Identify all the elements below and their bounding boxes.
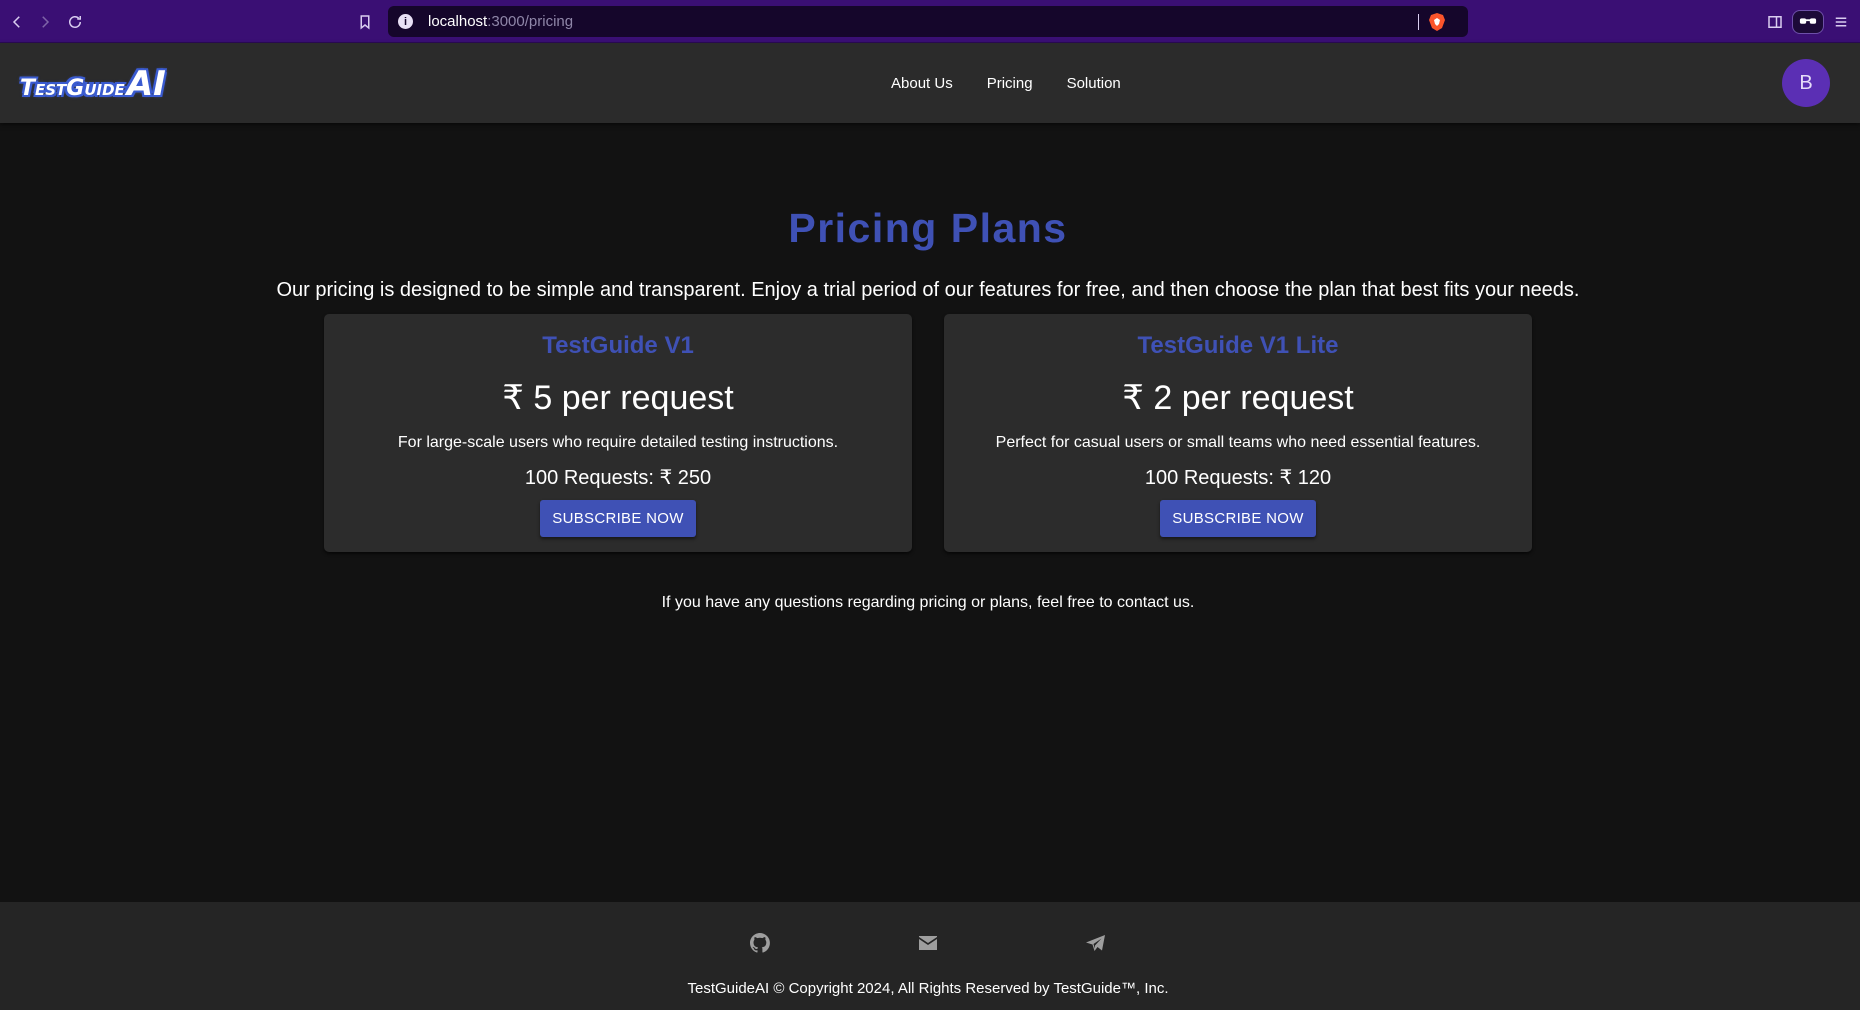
url-text: localhost:3000/pricing [428, 13, 573, 30]
page-title: Pricing Plans [788, 205, 1068, 251]
plan-bundle-price: 100 Requests: ₹ 120 [1144, 467, 1332, 489]
logo-prefix: TestGuide [20, 76, 125, 101]
wallet-icon [1799, 18, 1817, 24]
plan-price: ₹ 2 per request [1122, 379, 1354, 417]
forward-button[interactable] [32, 9, 58, 35]
telegram-icon [1086, 935, 1105, 951]
github-link[interactable] [745, 928, 775, 958]
plan-name: TestGuide V1 Lite [1137, 332, 1339, 359]
bookmark-icon [360, 15, 370, 30]
reload-icon [69, 16, 81, 28]
plan-description: For large-scale users who require detail… [397, 434, 839, 451]
plan-card-v1: TestGuide V1 ₹ 5 per request For large-s… [324, 314, 912, 552]
address-bar[interactable]: i localhost:3000/pricing [388, 6, 1468, 37]
site-info-icon[interactable]: i [398, 14, 413, 29]
pricing-intro: Our pricing is designed to be simple and… [276, 279, 1580, 301]
forward-icon [42, 16, 50, 28]
reload-button[interactable] [62, 9, 88, 35]
url-path: :3000/pricing [487, 13, 574, 30]
menu-icon [1835, 17, 1847, 27]
email-link[interactable] [913, 928, 943, 958]
telegram-link[interactable] [1081, 928, 1111, 958]
main-nav: About Us Pricing Solution [874, 43, 1138, 123]
logo-suffix: AI [126, 64, 166, 104]
bookmark-button[interactable] [352, 9, 378, 35]
url-host: localhost [428, 13, 488, 30]
copyright-text: TestGuideAI © Copyright 2024, All Rights… [687, 980, 1169, 997]
sidebar-icon [1768, 16, 1782, 28]
contact-note: If you have any questions regarding pric… [661, 594, 1195, 611]
back-button[interactable] [4, 9, 30, 35]
nav-about-us[interactable]: About Us [874, 69, 970, 98]
sidebar-toggle-button[interactable] [1762, 9, 1788, 35]
logo[interactable]: TestGuide AI [20, 61, 166, 101]
plan-bundle-price: 100 Requests: ₹ 250 [524, 467, 712, 489]
subscribe-button-v1[interactable]: SUBSCRIBE NOW [540, 500, 696, 537]
app-header: TestGuide AI About Us Pricing Solution B [0, 43, 1860, 123]
plans-container: TestGuide V1 ₹ 5 per request For large-s… [324, 314, 1532, 552]
nav-pricing[interactable]: Pricing [970, 69, 1050, 98]
back-icon [12, 16, 20, 28]
plan-card-v1-lite: TestGuide V1 Lite ₹ 2 per request Perfec… [944, 314, 1532, 552]
nav-solution[interactable]: Solution [1050, 69, 1138, 98]
brave-shield-icon[interactable] [1428, 12, 1446, 32]
user-avatar[interactable]: B [1782, 59, 1830, 107]
wallet-button[interactable] [1792, 10, 1824, 34]
github-icon [750, 933, 770, 953]
plan-name: TestGuide V1 [542, 332, 694, 359]
url-divider [1418, 14, 1419, 30]
browser-toolbar: i localhost:3000/pricing [0, 0, 1860, 43]
subscribe-button-v1-lite[interactable]: SUBSCRIBE NOW [1160, 500, 1316, 537]
footer: TestGuideAI © Copyright 2024, All Rights… [0, 902, 1860, 1010]
plan-price: ₹ 5 per request [502, 379, 734, 417]
mail-icon [919, 936, 937, 950]
menu-button[interactable] [1828, 9, 1854, 35]
plan-description: Perfect for casual users or small teams … [995, 434, 1481, 451]
